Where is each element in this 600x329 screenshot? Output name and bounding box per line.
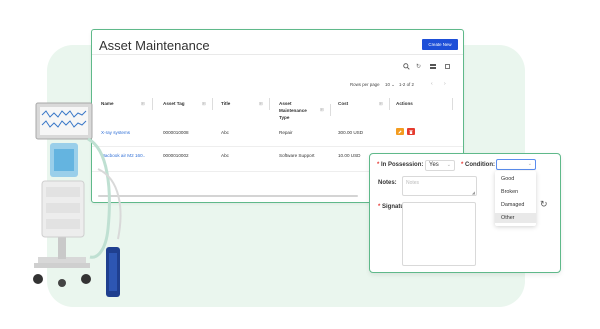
dropdown-option-other[interactable]: Other <box>495 213 536 223</box>
next-page-button[interactable]: › <box>444 81 446 87</box>
dropdown-option-damaged[interactable]: Damaged <box>495 200 536 210</box>
column-filter-icon[interactable]: ⊞ <box>259 101 263 107</box>
dropdown-option-broken[interactable]: Broken <box>495 187 536 197</box>
table-row-asset-tag: 0000010002 <box>163 153 189 158</box>
table-row-title: Abc <box>221 130 229 135</box>
fullscreen-icon[interactable] <box>445 64 450 69</box>
notes-field[interactable]: Notes ◢ <box>402 176 477 196</box>
reset-icon[interactable]: ↻ <box>540 199 548 210</box>
columns-icon[interactable] <box>430 64 436 69</box>
page-size-select[interactable]: 10 ⌄ <box>385 82 395 88</box>
resize-grip-icon: ◢ <box>471 190 475 195</box>
table-row-type: Software Support <box>279 153 315 158</box>
column-divider <box>330 104 331 116</box>
table-row-asset-tag: 0000010008 <box>163 130 189 135</box>
delete-button[interactable] <box>407 128 415 135</box>
column-divider <box>452 98 453 110</box>
column-header-maintenance-type[interactable]: Asset Maintenance Type <box>279 100 317 121</box>
column-header-asset-tag[interactable]: Asset Tag <box>163 100 185 107</box>
signature-pad[interactable] <box>402 202 476 266</box>
pencil-icon <box>398 129 402 134</box>
prev-page-button[interactable]: ‹ <box>431 81 433 87</box>
create-new-button[interactable]: Create New <box>422 39 458 50</box>
column-divider <box>389 98 390 110</box>
column-filter-icon[interactable]: ⊞ <box>141 101 145 107</box>
notes-label: Notes: <box>378 180 397 186</box>
table-row-cost: 300.00 USD <box>338 130 364 135</box>
condition-select[interactable]: ⌄ <box>496 159 536 170</box>
chevron-down-icon: ⌄ <box>446 162 451 168</box>
chevron-down-icon: ⌄ <box>527 161 532 167</box>
dropdown-option-good[interactable]: Good <box>495 174 536 184</box>
header-divider <box>92 54 463 55</box>
column-divider <box>152 98 153 110</box>
header-row-divider <box>92 146 463 147</box>
column-divider <box>212 98 213 110</box>
column-header-cost[interactable]: Cost <box>338 100 348 107</box>
condition-dropdown: Good Broken Damaged Other <box>495 171 536 226</box>
column-filter-icon[interactable]: ⊞ <box>379 101 383 107</box>
possession-select[interactable]: Yes ⌄ <box>425 160 455 171</box>
condition-label: * Condition: <box>461 162 496 168</box>
stage: Asset Maintenance Create New ↻ Rows per … <box>0 0 600 329</box>
rows-per-page-label: Rows per page <box>350 82 380 87</box>
column-header-actions: Actions <box>396 101 413 106</box>
table-row-title: Abc <box>221 153 229 158</box>
table-row-type: Repair <box>279 130 293 135</box>
column-filter-icon[interactable]: ⊞ <box>320 107 324 113</box>
search-icon[interactable] <box>403 63 410 72</box>
edit-button[interactable] <box>396 128 404 135</box>
column-header-title[interactable]: Title <box>221 100 230 107</box>
refresh-icon[interactable]: ↻ <box>416 63 421 70</box>
page-title: Asset Maintenance <box>99 38 210 53</box>
page-range: 1-2 of 2 <box>399 82 414 87</box>
ventilator-image <box>33 102 122 297</box>
column-filter-icon[interactable]: ⊞ <box>202 101 206 107</box>
column-divider <box>269 98 270 110</box>
table-row-cost: 10.00 USD <box>338 153 361 158</box>
trash-icon <box>409 129 413 134</box>
possession-label: * In Possession: <box>377 162 424 168</box>
